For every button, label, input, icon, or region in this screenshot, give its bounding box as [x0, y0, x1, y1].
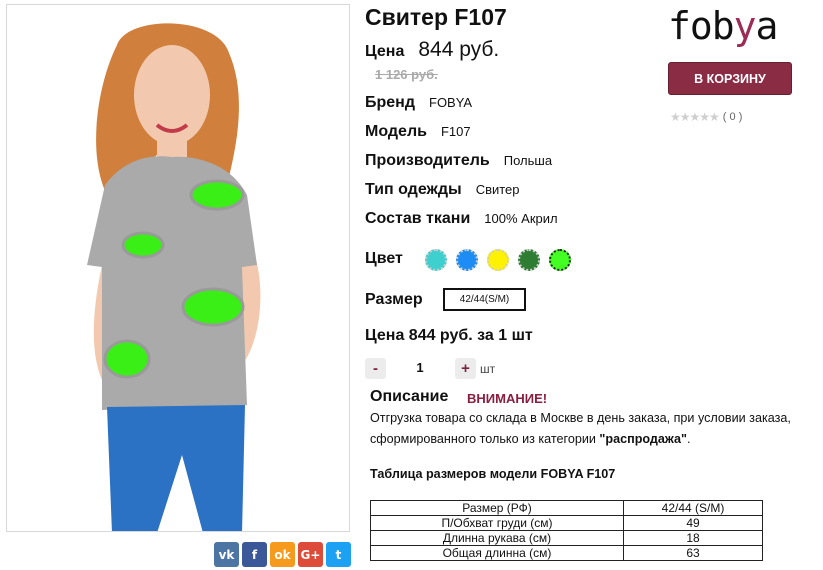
- attribute-key: Модель: [365, 123, 427, 140]
- product-image[interactable]: [6, 4, 350, 532]
- attribute-value: FOBYA: [429, 95, 473, 110]
- attribute-key: Бренд: [365, 94, 415, 111]
- color-swatch-lime[interactable]: [549, 249, 571, 271]
- description-category: "распродажа": [599, 432, 687, 446]
- color-label: Цвет: [365, 250, 403, 267]
- table-cell: 63: [623, 545, 763, 561]
- attribute-value: Свитер: [475, 182, 520, 197]
- table-cell: Общая длинна (см): [370, 545, 624, 561]
- quantity-increase-button[interactable]: +: [455, 358, 476, 379]
- attribute-fabric: Состав ткани 100% Акрил: [365, 210, 558, 228]
- attribute-key: Тип одежды: [365, 181, 462, 198]
- quantity-input[interactable]: 1: [405, 360, 435, 375]
- table-cell: 18: [623, 530, 763, 546]
- color-swatches: [425, 249, 571, 271]
- table-cell: П/Обхват груди (см): [370, 515, 624, 531]
- description-heading: Описание: [370, 388, 449, 405]
- rating-stars-icon[interactable]: ★★★★★: [670, 110, 720, 124]
- attribute-key: Производитель: [365, 152, 490, 169]
- attribute-model: Модель F107: [365, 123, 471, 141]
- unit-price: Цена 844 руб. за 1 шт: [365, 327, 533, 344]
- attribute-value: Польша: [503, 153, 553, 168]
- attribute-key: Состав ткани: [365, 210, 471, 227]
- color-swatch-green[interactable]: [518, 249, 540, 271]
- attribute-clothing-type: Тип одежды Свитер: [365, 181, 520, 199]
- rating: ★★★★★ ( 0 ): [670, 110, 742, 124]
- vk-icon[interactable]: vk: [214, 542, 239, 567]
- old-price: 1 126 руб.: [375, 67, 438, 82]
- quantity-decrease-button[interactable]: -: [365, 358, 386, 379]
- price-row: Цена 844 руб.: [365, 38, 499, 62]
- odnoklassniki-icon[interactable]: ok: [270, 542, 295, 567]
- table-cell: Длинна рукава (см): [370, 530, 624, 546]
- brand-logo[interactable]: fobya: [668, 4, 779, 48]
- table-row: П/Обхват груди (см) 49: [370, 515, 763, 531]
- description-text: Отгрузка товара со склада в Москве в ден…: [370, 408, 820, 450]
- table-row: Длинна рукава (см) 18: [370, 530, 763, 546]
- brand-logo-part: fob: [668, 4, 735, 48]
- product-photo-illustration: [87, 23, 261, 531]
- twitter-icon[interactable]: t: [326, 542, 351, 567]
- brand-logo-accent: y: [733, 4, 757, 48]
- description-text-part: Отгрузка товара со склада в Москве в ден…: [370, 411, 791, 446]
- size-option-selected[interactable]: 42/44(S/M): [443, 288, 526, 311]
- table-cell: 42/44 (S/M): [623, 500, 763, 516]
- attribute-manufacturer: Производитель Польша: [365, 152, 552, 170]
- color-swatch-yellow[interactable]: [487, 249, 509, 271]
- size-table: Размер (РФ) 42/44 (S/M) П/Обхват груди (…: [370, 500, 763, 561]
- attribute-value: 100% Акрил: [484, 211, 558, 226]
- quantity-unit: шт: [480, 362, 496, 376]
- color-swatch-blue[interactable]: [456, 249, 478, 271]
- table-row: Размер (РФ) 42/44 (S/M): [370, 500, 763, 516]
- attribute-value: F107: [440, 124, 471, 139]
- google-plus-icon[interactable]: G+: [298, 542, 323, 567]
- add-to-cart-button[interactable]: В КОРЗИНУ: [668, 62, 792, 95]
- current-price: 844 руб.: [418, 38, 500, 61]
- description-text-end: .: [686, 432, 691, 446]
- table-cell: Размер (РФ): [370, 500, 624, 516]
- facebook-icon[interactable]: f: [242, 542, 267, 567]
- product-title: Свитер F107: [365, 4, 507, 30]
- color-swatch-turquoise[interactable]: [425, 249, 447, 271]
- price-label: Цена: [365, 43, 405, 60]
- size-table-title: Таблица размеров модели FOBYA F107: [370, 467, 616, 481]
- description-warning: ВНИМАНИЕ!: [467, 391, 548, 406]
- table-row: Общая длинна (см) 63: [370, 545, 763, 561]
- attribute-brand: Бренд FOBYA: [365, 94, 472, 112]
- brand-logo-part: a: [755, 4, 779, 48]
- share-buttons: vk f ok G+ t: [214, 542, 351, 567]
- table-cell: 49: [623, 515, 763, 531]
- size-label: Размер: [365, 291, 423, 308]
- rating-count: ( 0 ): [722, 111, 743, 123]
